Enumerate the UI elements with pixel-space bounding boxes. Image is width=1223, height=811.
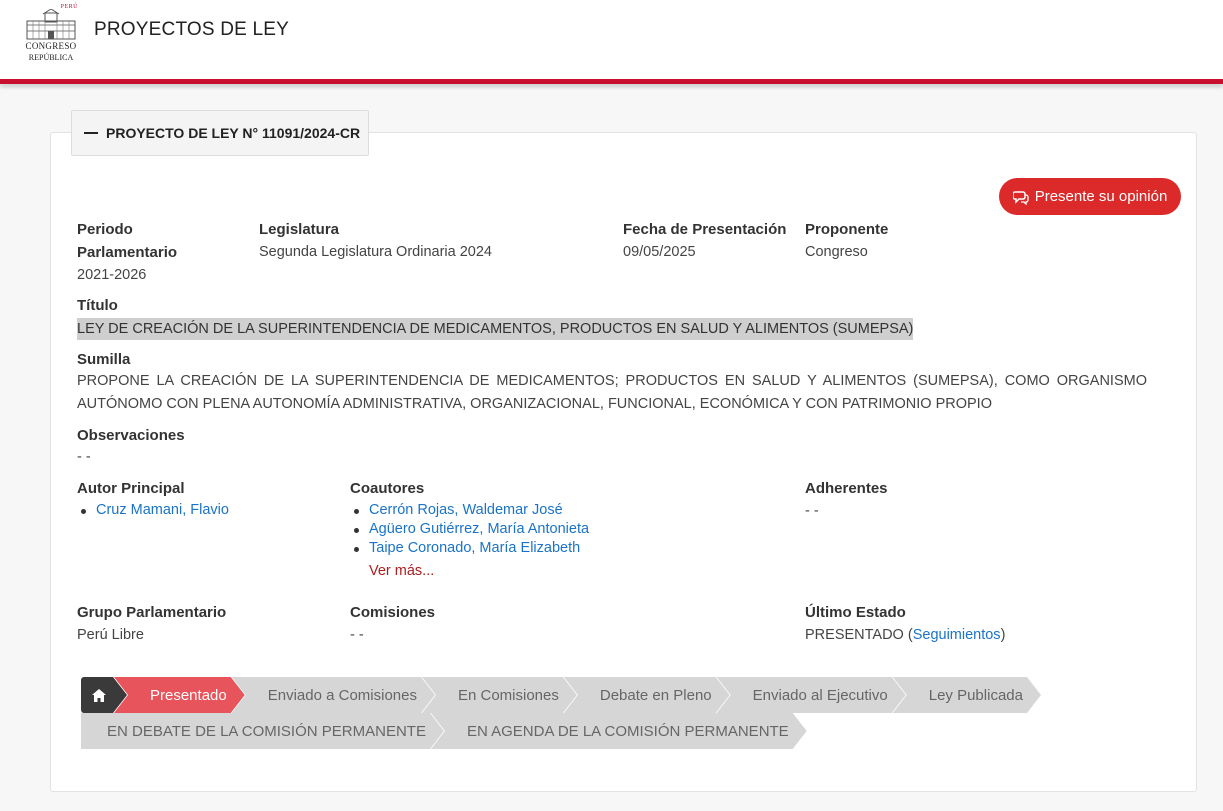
estado-label: Último Estado <box>805 604 906 621</box>
step-agenda-comision-permanente[interactable]: EN AGENDA DE LA COMISIÓN PERMANENTE <box>431 713 807 749</box>
proponente-value: Congreso <box>805 244 868 260</box>
congress-building-icon <box>26 9 76 40</box>
page-title: PROYECTOS DE LEY <box>94 19 290 40</box>
coautor-link[interactable]: Cerrón Rojas, Waldemar José <box>369 502 563 518</box>
comisiones-value: - - <box>350 627 364 643</box>
step-enviado-ejecutivo[interactable]: Enviado al Ejecutivo <box>717 677 906 713</box>
titulo-label: Título <box>77 297 118 314</box>
step-presentado[interactable]: Presentado <box>114 677 245 713</box>
estado-value: PRESENTADO (Seguimientos) <box>805 627 1005 643</box>
legislatura-value: Segunda Legislatura Ordinaria 2024 <box>259 244 492 260</box>
periodo-label: Periodo <box>77 221 133 238</box>
titulo-value: LEY DE CREACIÓN DE LA SUPERINTENDENCIA D… <box>77 318 914 340</box>
project-number: PROYECTO DE LEY N° 11091/2024-CR <box>106 125 361 141</box>
congreso-logo[interactable]: PERÚ CONGRESO REPÚBLICA <box>20 4 82 64</box>
estado-text: PRESENTADO ( <box>805 627 913 643</box>
adherentes-label: Adherentes <box>805 480 888 497</box>
autor-label: Autor Principal <box>77 480 185 497</box>
sumilla-value: PROPONE LA CREACIÓN DE LA SUPERINTENDENC… <box>77 373 1147 412</box>
sumilla-label: Sumilla <box>77 351 131 368</box>
logo-congreso-text: CONGRESO <box>25 41 77 51</box>
project-legend-toggle[interactable]: PROYECTO DE LEY N° 11091/2024-CR <box>71 110 369 156</box>
opinion-button-label: Presente su opinión <box>1034 188 1168 205</box>
grupo-value: Perú Libre <box>77 627 144 643</box>
step-debate-pleno[interactable]: Debate en Pleno <box>564 677 730 713</box>
opinion-button[interactable]: Presente su opinión <box>999 178 1181 215</box>
proponente-label: Proponente <box>805 221 889 238</box>
seguimientos-link[interactable]: Seguimientos <box>913 627 1001 643</box>
autor-list: Cruz Mamani, Flavio <box>78 501 229 520</box>
estado-close: ) <box>1000 627 1006 643</box>
header-divider <box>0 79 1223 84</box>
coautores-label: Coautores <box>350 480 425 497</box>
ver-mas-link[interactable]: Ver más... <box>369 563 434 579</box>
coautores-list: Cerrón Rojas, Waldemar José Agüero Gutié… <box>351 501 589 558</box>
step-debate-comision-permanente[interactable]: EN DEBATE DE LA COMISIÓN PERMANENTE <box>81 713 444 749</box>
list-item: Cruz Mamani, Flavio <box>78 501 229 520</box>
home-icon <box>91 688 107 703</box>
list-item: Taipe Coronado, María Elizabeth <box>351 539 589 558</box>
logo-republica-text: REPÚBLICA <box>28 53 74 62</box>
periodo-label-2: Parlamentario <box>77 244 178 261</box>
periodo-value: 2021-2026 <box>77 267 147 283</box>
coautor-link[interactable]: Agüero Gutiérrez, María Antonieta <box>369 521 589 537</box>
step-enviado-comisiones[interactable]: Enviado a Comisiones <box>232 677 435 713</box>
legislatura-label: Legislatura <box>259 221 340 238</box>
top-bar: PERÚ CONGRESO REPÚBLICA PROYECTOS DE LEY <box>0 0 1223 79</box>
fecha-value: 09/05/2025 <box>623 244 696 260</box>
list-item: Cerrón Rojas, Waldemar José <box>351 501 589 520</box>
grupo-label: Grupo Parlamentario <box>77 604 227 621</box>
status-stepper: Presentado Enviado a Comisiones En Comis… <box>81 677 1041 713</box>
autor-link[interactable]: Cruz Mamani, Flavio <box>96 502 229 518</box>
step-en-comisiones[interactable]: En Comisiones <box>422 677 577 713</box>
list-item: Agüero Gutiérrez, María Antonieta <box>351 520 589 539</box>
observaciones-label: Observaciones <box>77 427 185 444</box>
step-ley-publicada[interactable]: Ley Publicada <box>893 677 1041 713</box>
collapse-icon[interactable] <box>84 132 98 134</box>
status-stepper-row2: EN DEBATE DE LA COMISIÓN PERMANENTE EN A… <box>81 713 807 749</box>
adherentes-value: - - <box>805 503 819 519</box>
chat-bubbles-icon <box>1012 190 1029 205</box>
fecha-label: Fecha de Presentación <box>623 221 787 238</box>
comisiones-label: Comisiones <box>350 604 436 621</box>
coautor-link[interactable]: Taipe Coronado, María Elizabeth <box>369 540 580 556</box>
observaciones-value: - - <box>77 449 91 465</box>
